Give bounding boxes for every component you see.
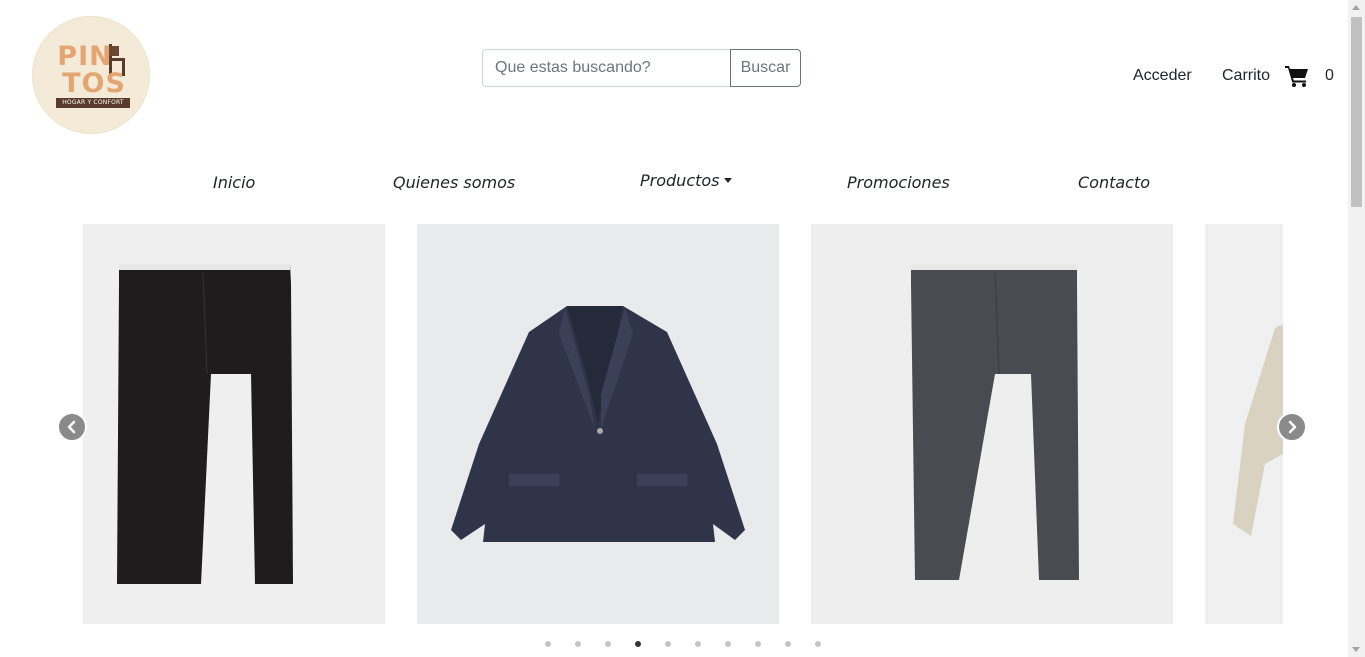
grey-trousers-image — [811, 224, 1173, 624]
scroll-down-icon[interactable] — [1352, 647, 1360, 652]
page-scrollbar[interactable] — [1348, 0, 1365, 657]
carousel-indicator[interactable] — [605, 641, 611, 647]
black-trousers-image — [83, 224, 385, 624]
search-bar: Buscar — [482, 49, 801, 87]
carousel-slide-beige-jacket[interactable] — [1205, 224, 1283, 624]
logo-tagline: HOGAR Y CONFORT — [56, 98, 130, 108]
cart-count: 0 — [1325, 67, 1334, 84]
caret-down-icon — [723, 178, 732, 183]
nav-item-promociones[interactable]: Promociones — [847, 173, 950, 192]
carousel-indicator[interactable] — [815, 641, 821, 647]
carousel-next-button[interactable] — [1277, 412, 1307, 442]
carousel-indicator[interactable] — [665, 641, 671, 647]
carousel-indicators — [545, 641, 845, 647]
scrollbar-thumb[interactable] — [1351, 17, 1362, 207]
carousel-indicator[interactable] — [785, 641, 791, 647]
carousel-indicator[interactable] — [725, 641, 731, 647]
carousel-indicator[interactable] — [635, 641, 641, 647]
nav-item-inicio[interactable]: Inicio — [213, 173, 255, 192]
carousel-indicator[interactable] — [695, 641, 701, 647]
search-button[interactable]: Buscar — [730, 49, 801, 87]
carousel-slide-black-trousers[interactable] — [83, 224, 385, 624]
logo-line-2: TOS — [62, 68, 126, 99]
scroll-up-icon[interactable] — [1352, 5, 1360, 10]
beige-jacket-image — [1205, 224, 1283, 624]
carousel-slide-grey-trousers[interactable] — [811, 224, 1173, 624]
carousel-indicator[interactable] — [755, 641, 761, 647]
nav-item-contacto[interactable]: Contacto — [1078, 173, 1150, 192]
shopping-cart-icon[interactable] — [1285, 64, 1309, 88]
nav-item-productos-label: Productos — [640, 171, 720, 190]
search-input[interactable] — [482, 49, 731, 87]
nav-item-productos[interactable]: Productos — [640, 171, 732, 190]
product-carousel — [83, 224, 1283, 624]
nav-item-quienes-somos[interactable]: Quienes somos — [393, 173, 515, 192]
chevron-left-icon — [67, 420, 76, 434]
cart-link[interactable]: Carrito — [1222, 67, 1270, 85]
carousel-indicator[interactable] — [575, 641, 581, 647]
carousel-prev-button[interactable] — [57, 412, 87, 442]
login-link[interactable]: Acceder — [1133, 67, 1192, 85]
chevron-right-icon — [1288, 420, 1297, 434]
carousel-indicator[interactable] — [545, 641, 551, 647]
carousel-slide-navy-blazer[interactable] — [417, 224, 779, 624]
navy-blazer-image — [417, 224, 779, 624]
brand-logo[interactable]: PIN TOS HOGAR Y CONFORT — [32, 16, 150, 134]
